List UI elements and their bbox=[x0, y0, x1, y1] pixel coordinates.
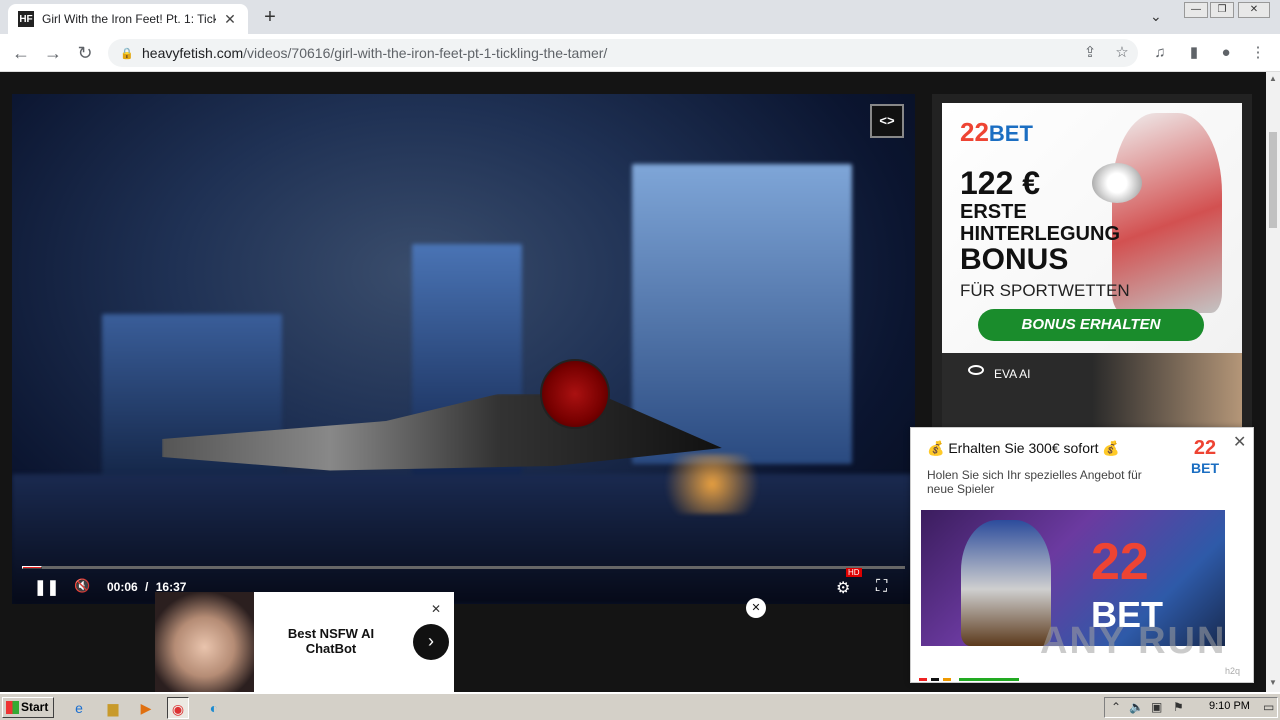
22bet-ad-banner[interactable]: 22BET 122 € ERSTE HINTERLEGUNG BONUS FÜR… bbox=[942, 103, 1242, 353]
popup-close-icon[interactable]: ✕ bbox=[1233, 432, 1246, 452]
popup-logo: 22 BET bbox=[1183, 438, 1227, 478]
ad-portrait-image bbox=[155, 592, 254, 692]
back-arrow-icon[interactable]: ← bbox=[10, 42, 32, 64]
url-host: heavyfetish.com bbox=[142, 45, 244, 61]
restore-button[interactable]: ❐ bbox=[1210, 2, 1234, 18]
fullscreen-icon[interactable]: ⛶ bbox=[876, 578, 887, 596]
windows-taskbar: Start e ▆ ▶ ◉ ◐ ⌃ 🔈 ▣ ⚑ 9:10 PM ▭ bbox=[0, 693, 1280, 720]
popup-title: 💰 Erhalten Sie 300€ sofort 💰 bbox=[927, 440, 1120, 456]
close-window-button[interactable]: ✕ bbox=[1238, 2, 1270, 18]
eva-ai-ad[interactable]: EVA AI bbox=[942, 353, 1242, 433]
action-center-flag-icon[interactable]: ⚑ bbox=[1173, 700, 1184, 714]
new-tab-button[interactable]: + bbox=[258, 6, 282, 30]
lock-icon[interactable]: 🔒 bbox=[120, 47, 134, 60]
ad-logo-number: 22 bbox=[960, 117, 989, 147]
embed-button[interactable]: <> bbox=[870, 104, 904, 138]
eye-icon bbox=[968, 365, 984, 375]
wizard-illustration bbox=[961, 520, 1051, 646]
share-icon[interactable]: ⇪ bbox=[1080, 43, 1100, 63]
progress-bar[interactable] bbox=[22, 566, 905, 569]
video-frame-emblem bbox=[540, 359, 610, 429]
current-time: 00:06 bbox=[107, 580, 138, 594]
popup-footer: h2q bbox=[1225, 666, 1241, 676]
ad-subline: FÜR SPORTWETTEN bbox=[960, 281, 1130, 300]
minimize-button[interactable]: — bbox=[1184, 2, 1208, 18]
file-explorer-icon[interactable]: ▆ bbox=[102, 697, 124, 719]
media-control-icon[interactable]: ♫ bbox=[1150, 43, 1170, 63]
scroll-up-icon[interactable]: ▲ bbox=[1269, 74, 1277, 83]
start-button[interactable]: Start bbox=[2, 697, 54, 718]
volume-icon[interactable]: 🔈 bbox=[1129, 700, 1144, 714]
progress-start-marker bbox=[22, 566, 42, 569]
forward-arrow-icon[interactable]: → bbox=[42, 42, 64, 64]
popup-color-dots bbox=[919, 678, 1019, 681]
url-path: /videos/70616/girl-with-the-iron-feet-pt… bbox=[243, 45, 608, 61]
banner-logo-number: 22 bbox=[1091, 533, 1149, 591]
scrollbar-thumb[interactable] bbox=[1269, 132, 1277, 228]
side-panel-icon[interactable]: ▮ bbox=[1184, 43, 1204, 63]
close-overlay-icon[interactable]: ✕ bbox=[746, 598, 766, 618]
close-icon[interactable]: ✕ bbox=[427, 600, 445, 618]
clock[interactable]: 9:10 PM bbox=[1209, 700, 1250, 712]
tab-search-chevron-icon[interactable]: ⌄ bbox=[1150, 8, 1162, 25]
tab-close-icon[interactable]: ✕ bbox=[222, 11, 238, 28]
scroll-down-icon[interactable]: ▼ bbox=[1269, 678, 1277, 687]
edge-icon[interactable]: ◐ bbox=[203, 697, 225, 719]
kebab-menu-icon[interactable]: ⋮ bbox=[1248, 43, 1268, 63]
page-scrollbar[interactable]: ▲ ▼ bbox=[1266, 72, 1280, 692]
media-player-icon[interactable]: ▶ bbox=[135, 697, 157, 719]
chrome-icon[interactable]: ◉ bbox=[167, 697, 189, 719]
ad-amount: 122 € bbox=[960, 165, 1041, 201]
address-bar[interactable]: 🔒 heavyfetish.com/videos/70616/girl-with… bbox=[108, 39, 1138, 67]
site-favicon-icon: HF bbox=[18, 11, 34, 27]
eva-ai-label: EVA AI bbox=[994, 367, 1031, 381]
network-icon[interactable]: ▣ bbox=[1151, 700, 1162, 714]
ad-logo: 22BET bbox=[960, 117, 1033, 148]
chatbot-ad[interactable]: Best NSFW AI ChatBot › ✕ bbox=[155, 592, 454, 692]
popup-logo-word: BET bbox=[1191, 460, 1219, 476]
popup-description: Holen Sie sich Ihr spezielles Angebot fü… bbox=[927, 468, 1142, 496]
video-player[interactable]: <> bbox=[12, 94, 915, 604]
ad-line-3: BONUS bbox=[960, 243, 1069, 276]
pause-icon[interactable]: ❚❚ bbox=[34, 578, 59, 596]
internet-explorer-icon[interactable]: e bbox=[68, 697, 90, 719]
bookmark-star-icon[interactable]: ☆ bbox=[1112, 43, 1132, 63]
ad-line-1: ERSTE bbox=[960, 201, 1027, 223]
system-tray: ⌃ 🔈 ▣ ⚑ 9:10 PM ▭ bbox=[1104, 697, 1278, 718]
browser-tab[interactable]: HF Girl With the Iron Feet! Pt. 1: Tickl… bbox=[8, 4, 248, 34]
sidebar-ad: 22BET 122 € ERSTE HINTERLEGUNG BONUS FÜR… bbox=[932, 94, 1252, 434]
video-frame-building bbox=[632, 164, 852, 464]
start-label: Start bbox=[21, 700, 49, 714]
profile-avatar-icon[interactable]: ● bbox=[1216, 43, 1236, 63]
reload-icon[interactable]: ↻ bbox=[74, 42, 96, 64]
time-separator: / bbox=[145, 580, 149, 594]
tray-expand-icon[interactable]: ⌃ bbox=[1111, 700, 1121, 714]
player-controls: ❚❚ 🔇 00:06 / 16:37 ⚙ HD ⛶ bbox=[12, 568, 915, 604]
show-desktop-icon[interactable]: ▭ bbox=[1263, 700, 1274, 714]
chatbot-ad-text: Best NSFW AI ChatBot bbox=[287, 626, 375, 656]
ad-football-image bbox=[1092, 163, 1142, 203]
mute-speaker-icon[interactable]: 🔇 bbox=[74, 578, 90, 594]
ad-logo-word: BET bbox=[988, 121, 1033, 146]
tab-title: Girl With the Iron Feet! Pt. 1: Tickling bbox=[42, 12, 216, 26]
bonus-cta-button[interactable]: BONUS ERHALTEN bbox=[978, 309, 1204, 341]
windows-logo-icon bbox=[6, 701, 19, 714]
popup-logo-number: 22 bbox=[1193, 437, 1217, 459]
settings-gear-icon[interactable]: ⚙ bbox=[836, 578, 850, 598]
chevron-right-icon[interactable]: › bbox=[413, 624, 449, 660]
browser-toolbar: ← → ↻ 🔒 heavyfetish.com/videos/70616/gir… bbox=[0, 34, 1280, 72]
tab-strip: HF Girl With the Iron Feet! Pt. 1: Tickl… bbox=[0, 0, 1280, 34]
anyrun-watermark: ANY RUN bbox=[1040, 620, 1227, 662]
hd-badge: HD bbox=[846, 568, 862, 577]
video-frame-light bbox=[652, 454, 772, 514]
